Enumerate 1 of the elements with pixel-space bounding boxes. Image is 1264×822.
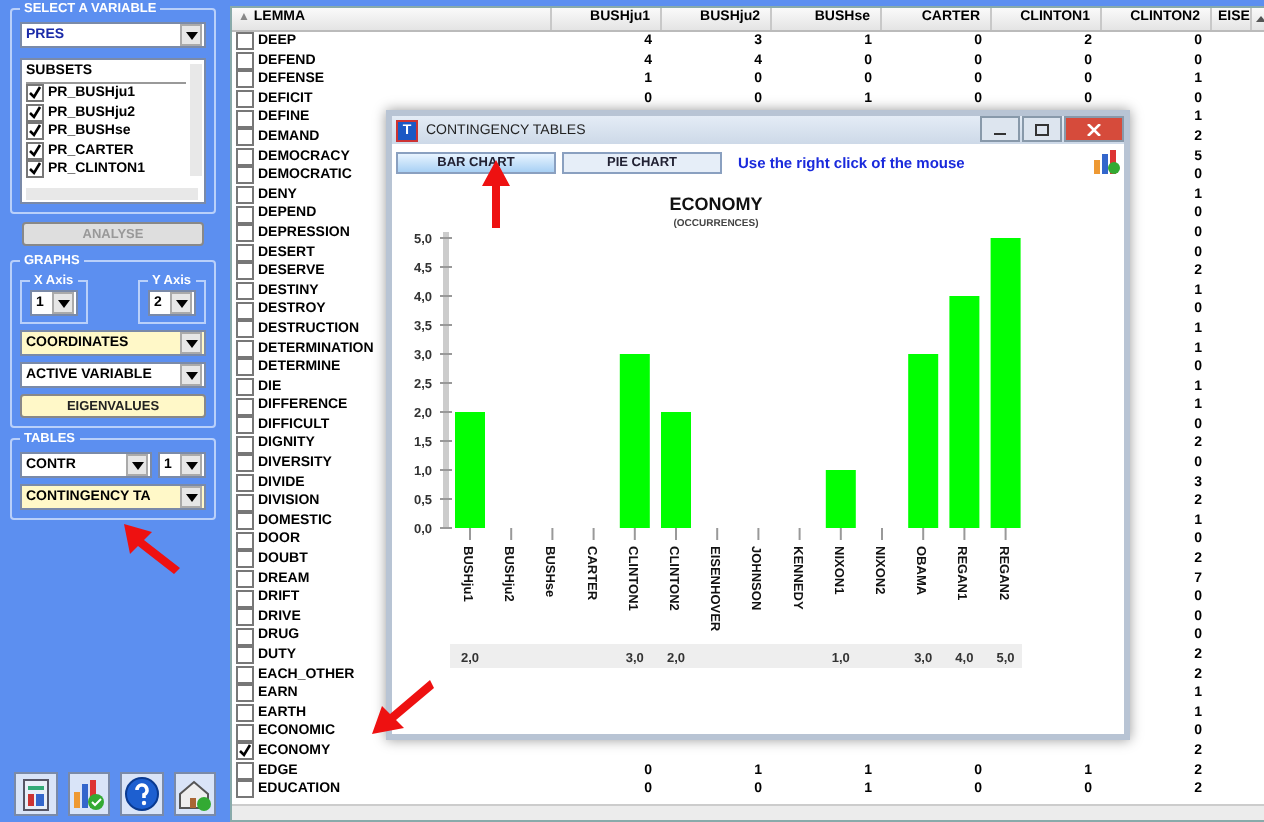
chart-title: ECONOMY <box>669 194 763 214</box>
